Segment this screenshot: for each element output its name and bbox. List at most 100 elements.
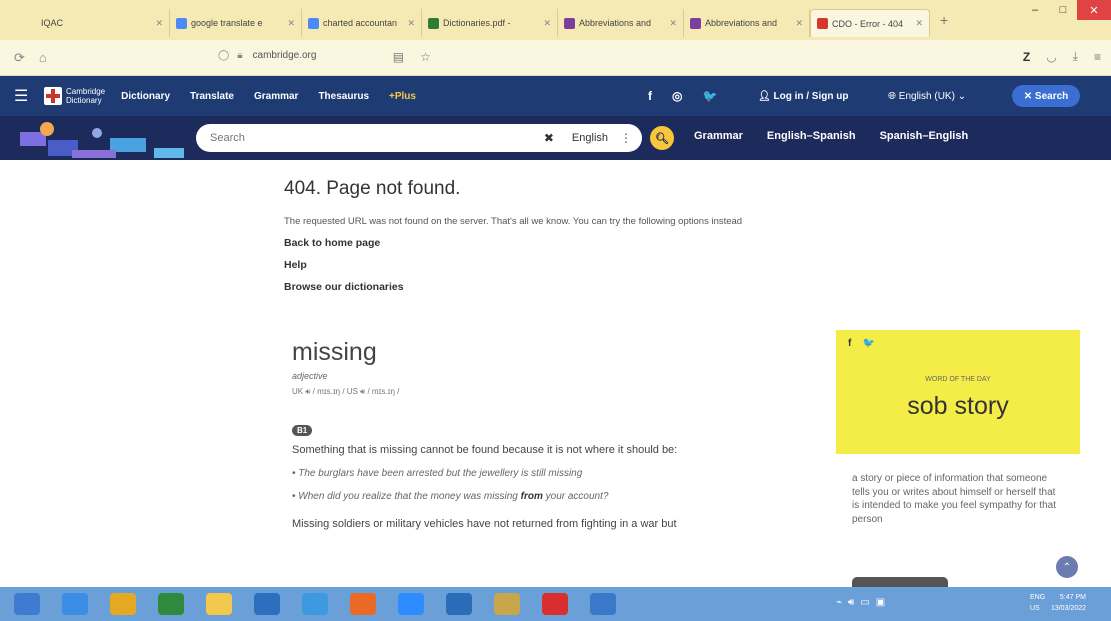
shield-icon: ◯ <box>218 50 230 61</box>
tab-favicon-icon <box>308 17 319 29</box>
taskbar-media-icon[interactable] <box>494 593 520 615</box>
logo-line1: Cambridge <box>66 87 106 96</box>
pocket-icon[interactable]: ◡ <box>1046 50 1056 64</box>
taskbar-whiteboard-icon[interactable] <box>446 593 472 615</box>
uk-audio-icon[interactable]: 🔊︎ <box>305 387 310 396</box>
search-go-button[interactable]: 🔍︎ <box>650 126 674 150</box>
zotero-icon[interactable]: Z <box>1023 50 1030 64</box>
dictionary-entry: missing adjective UK 🔊︎ / mɪs.ɪŋ / US 🔊︎… <box>292 338 822 530</box>
taskbar-acrobat-icon[interactable] <box>542 593 568 615</box>
url-field[interactable]: ◯ 🔒︎ cambridge.org <box>218 50 316 61</box>
minimize-button[interactable]: – <box>1021 0 1049 20</box>
wotd-word[interactable]: sob story <box>836 392 1080 421</box>
tab-close-icon[interactable]: ✕ <box>915 18 923 29</box>
more-options-icon[interactable]: ⋮ <box>620 131 632 145</box>
search-input[interactable] <box>210 132 544 144</box>
search-bar-area: ✖ English ⋮ 🔍︎ Grammar English–Spanish S… <box>0 116 1111 160</box>
taskbar-firefox-icon[interactable] <box>350 593 376 615</box>
tab-close-icon[interactable]: ✕ <box>543 18 551 29</box>
bookmark-star-icon[interactable]: ☆ <box>420 50 431 64</box>
download-icon[interactable]: ⤓ <box>1073 49 1078 64</box>
nav-thesaurus[interactable]: Thesaurus <box>318 91 369 102</box>
nav-grammar[interactable]: Grammar <box>254 91 298 102</box>
taskbar-zoom-icon[interactable] <box>398 593 424 615</box>
nav-plus[interactable]: +Plus <box>389 91 416 102</box>
help-link[interactable]: Help <box>284 259 844 271</box>
battery-icon[interactable]: ▭ <box>860 597 869 608</box>
part-of-speech: adjective <box>292 371 328 381</box>
tab-close-icon[interactable]: ✕ <box>287 18 295 29</box>
tab-favicon-icon <box>428 17 439 29</box>
search-language[interactable]: English <box>572 132 608 144</box>
back-home-link[interactable]: Back to home page <box>284 237 844 249</box>
lock-icon: 🔒︎ <box>237 50 243 61</box>
clock[interactable]: 5:47 PM 13/03/2022 <box>1026 592 1086 614</box>
search-box: ✖ English ⋮ <box>196 124 642 152</box>
taskbar-start-icon[interactable] <box>14 593 40 615</box>
example-sentence: • The burglars have been arrested but th… <box>292 468 583 479</box>
browser-tab[interactable]: google translate e ✕ <box>170 9 302 37</box>
taskbar-browser-icon[interactable] <box>254 593 280 615</box>
twitter-icon[interactable]: 🐦 <box>702 89 717 103</box>
chevron-down-icon: ⌄ <box>957 90 967 102</box>
taskbar-word-icon[interactable] <box>590 593 616 615</box>
tab-close-icon[interactable]: ✕ <box>795 18 803 29</box>
address-bar: ⟳ ⌂ ◯ 🔒︎ cambridge.org ▤ ☆ Z ◡ ⤓ ≡ <box>0 40 1111 76</box>
taskbar-store-icon[interactable] <box>158 593 184 615</box>
browser-tab[interactable]: IQAC ✕ <box>20 9 170 37</box>
taskbar-apps <box>0 593 616 615</box>
facebook-icon[interactable]: f <box>648 89 652 103</box>
read-more-button[interactable] <box>852 577 948 587</box>
logo-line2: Dictionary <box>66 96 102 105</box>
facebook-share-icon[interactable]: f <box>848 338 851 349</box>
taskbar-edge-icon[interactable] <box>62 593 88 615</box>
hamburger-menu-icon[interactable]: ☰ <box>14 86 32 106</box>
us-audio-icon[interactable]: 🔊︎ <box>360 387 365 396</box>
tab-label: charted accountan <box>323 18 398 28</box>
error-section: 404. Page not found. The requested URL w… <box>284 178 844 293</box>
nav-translate[interactable]: Translate <box>190 91 234 102</box>
tab-label: IQAC <box>41 18 64 28</box>
tab-close-icon[interactable]: ✕ <box>407 18 415 29</box>
twitter-share-icon[interactable]: 🐦 <box>862 338 874 349</box>
taskbar-chrome-icon[interactable] <box>110 593 136 615</box>
link-english-spanish[interactable]: English–Spanish <box>767 130 856 142</box>
tab-close-icon[interactable]: ✕ <box>155 18 163 29</box>
network-icon[interactable]: ⌁ <box>836 597 842 608</box>
tab-close-icon[interactable]: ✕ <box>669 18 677 29</box>
taskbar-files-icon[interactable] <box>206 593 232 615</box>
reader-view-icon[interactable]: ▤ <box>393 50 404 64</box>
pronunciation: UK 🔊︎ / mɪs.ɪŋ / US 🔊︎ / mɪs.ɪŋ / <box>292 387 400 396</box>
nav-dictionary[interactable]: Dictionary <box>121 91 170 102</box>
close-window-button[interactable]: ✕ <box>1077 0 1111 20</box>
reload-icon[interactable]: ⟳ <box>14 50 25 66</box>
taskbar-telegram-icon[interactable] <box>302 593 328 615</box>
browser-toolbar: ▤ ☆ Z ◡ ⤓ ≡ <box>393 49 1101 64</box>
scroll-to-top-button[interactable]: ⌃ <box>1056 556 1078 578</box>
tab-favicon-icon <box>26 17 37 29</box>
header-search-button[interactable]: ✕ Search <box>1012 85 1080 107</box>
tab-label: CDO - Error - 404 <box>832 18 904 29</box>
browser-tab[interactable]: CDO - Error - 404 ✕ <box>810 9 930 37</box>
browser-tab-bar: IQAC ✕ google translate e ✕ charted accounta… <box>0 0 1111 40</box>
login-link[interactable]: 👤︎ Log in / Sign up <box>758 91 848 102</box>
browser-tab[interactable]: Abbreviations and ✕ <box>558 9 684 37</box>
clear-icon[interactable]: ✖ <box>544 131 554 145</box>
link-grammar[interactable]: Grammar <box>694 130 743 142</box>
home-icon[interactable]: ⌂ <box>39 50 47 65</box>
volume-icon[interactable]: 🔊︎ <box>848 597 854 608</box>
browser-tab[interactable]: Abbreviations and ✕ <box>684 9 810 37</box>
browser-tab[interactable]: Dictionaries.pdf - ✕ <box>422 9 558 37</box>
new-tab-button[interactable]: + <box>940 12 948 28</box>
maximize-button[interactable]: □ <box>1049 0 1077 20</box>
browser-tab[interactable]: charted accountan ✕ <box>302 9 422 37</box>
instagram-icon[interactable]: ◎ <box>672 89 682 103</box>
browse-dictionaries-link[interactable]: Browse our dictionaries <box>284 281 844 293</box>
notification-icon[interactable]: ▣ <box>876 597 885 608</box>
language-selector[interactable]: 🌐︎ English (UK) ⌄ <box>888 91 966 102</box>
menu-icon[interactable]: ≡ <box>1094 50 1101 64</box>
example-sentence: • When did you realize that the money wa… <box>292 491 609 502</box>
definition-2: Missing soldiers or military vehicles ha… <box>292 518 677 530</box>
cambridge-logo[interactable]: Cambridge Dictionary <box>44 87 105 105</box>
link-spanish-english[interactable]: Spanish–English <box>880 130 969 142</box>
